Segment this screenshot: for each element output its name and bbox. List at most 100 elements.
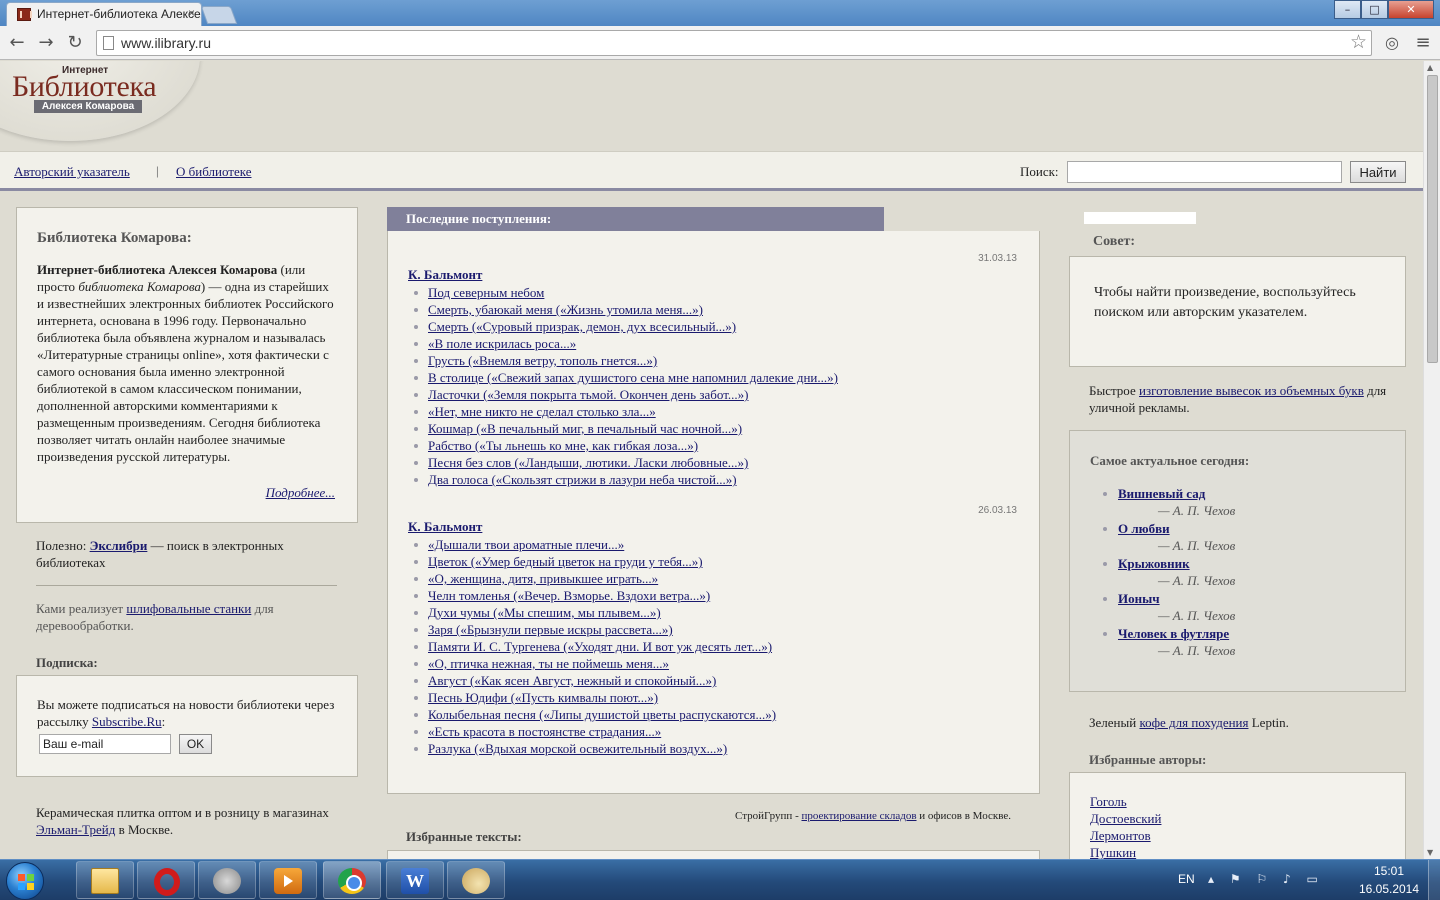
work-link[interactable]: Заря («Брызнули первые искры рассвета...… bbox=[428, 622, 673, 637]
work-link[interactable]: В столице («Свежий запах душистого сена … bbox=[428, 370, 838, 385]
back-arrow-icon[interactable]: ← bbox=[6, 32, 28, 54]
work-item: «О, женщина, дитя, привыкшее играть...» bbox=[413, 570, 776, 587]
bookmark-star-icon[interactable]: ☆ bbox=[1350, 31, 1367, 53]
warehouse-design-link[interactable]: проектирование складов bbox=[801, 810, 916, 822]
minimize-button[interactable]: – bbox=[1334, 0, 1361, 19]
work-link[interactable]: Разлука («Вдыхая морской освежительный в… bbox=[428, 741, 727, 756]
tab-close-icon[interactable]: × bbox=[188, 6, 195, 20]
grinding-machines-link[interactable]: шлифовальные станки bbox=[126, 601, 251, 616]
coffee-link[interactable]: кофе для похудения bbox=[1139, 715, 1248, 730]
show-desktop-button[interactable] bbox=[1428, 860, 1440, 900]
taskbar-tool[interactable] bbox=[198, 861, 256, 899]
work-item: Памяти И. С. Тургенева («Уходят дни. И в… bbox=[413, 638, 776, 655]
page-scrollbar[interactable]: ▲ ▼ bbox=[1423, 61, 1440, 859]
subscribe-ru-link[interactable]: Subscribe.Ru bbox=[92, 714, 162, 729]
favorite-texts-title: Избранные тексты: bbox=[406, 829, 522, 844]
useful-note: Полезно: Экслибри — поиск в электронных … bbox=[36, 537, 336, 571]
authors-list: Гоголь Достоевский Лермонтов Пушкин bbox=[1090, 793, 1385, 859]
url-text[interactable]: www.ilibrary.ru bbox=[121, 35, 211, 51]
work-link[interactable]: «В поле искрилась роса...» bbox=[428, 336, 576, 351]
browser-tab[interactable]: Интернет-библиотека Алексея Комарова × bbox=[6, 2, 202, 26]
language-indicator[interactable]: EN bbox=[1178, 872, 1195, 886]
work-link[interactable]: Под северным небом bbox=[428, 285, 544, 300]
actual-work-link[interactable]: Человек в футляре bbox=[1118, 625, 1235, 642]
clock-date[interactable]: 16.05.2014 bbox=[1355, 882, 1423, 896]
author-link[interactable]: Лермонтов bbox=[1090, 828, 1151, 843]
subscription-colon: : bbox=[161, 714, 166, 729]
actual-work-link[interactable]: О любви bbox=[1118, 520, 1235, 537]
entry-author-link[interactable]: К. Бальмонт bbox=[408, 267, 482, 283]
search-button[interactable]: Найти bbox=[1350, 161, 1406, 183]
taskbar-explorer[interactable] bbox=[76, 861, 134, 899]
work-link[interactable]: «О, женщина, дитя, привыкшее играть...» bbox=[428, 571, 658, 586]
work-link[interactable]: Памяти И. С. Тургенева («Уходят дни. И в… bbox=[428, 639, 772, 654]
subscription-text: Вы можете подписаться на новости библиот… bbox=[37, 696, 337, 730]
clock-time[interactable]: 15:01 bbox=[1362, 864, 1416, 878]
taskbar-paint[interactable] bbox=[447, 861, 505, 899]
actual-work-link[interactable]: Вишневый сад bbox=[1118, 485, 1235, 502]
work-link[interactable]: «Дышали твои ароматные плечи...» bbox=[428, 537, 624, 552]
taskbar-word[interactable]: W bbox=[386, 861, 444, 899]
email-input[interactable] bbox=[39, 734, 171, 754]
maximize-button[interactable]: □ bbox=[1361, 0, 1388, 19]
work-link[interactable]: Рабство («Ты льнешь ко мне, как гибкая л… bbox=[428, 438, 698, 453]
site-header: Интернет Библиотека Алексея Комарова bbox=[0, 61, 1423, 151]
ad3-prefix: Быстрое bbox=[1089, 383, 1139, 398]
actual-item: Человек в футляре — А. П. Чехов bbox=[1102, 625, 1235, 660]
scroll-thumb[interactable] bbox=[1427, 75, 1438, 363]
signs-link[interactable]: изготовление вывесок из объемных букв bbox=[1139, 383, 1364, 398]
scroll-down-arrow-icon[interactable]: ▼ bbox=[1427, 848, 1433, 857]
actual-title: Самое актуальное сегодня: bbox=[1090, 453, 1250, 468]
taskbar-chrome[interactable] bbox=[323, 861, 381, 899]
address-bar[interactable]: www.ilibrary.ru ☆ bbox=[96, 30, 1372, 56]
search-input[interactable] bbox=[1067, 161, 1342, 183]
actual-work-link[interactable]: Крыжовник bbox=[1118, 555, 1235, 572]
author-link[interactable]: Гоголь bbox=[1090, 794, 1127, 809]
work-link[interactable]: «Есть красота в постоянстве страдания...… bbox=[428, 724, 661, 739]
tray-icons[interactable]: ▴ ⚑ ⚐ ♪ ▭ bbox=[1208, 872, 1324, 886]
work-link[interactable]: Челн томленья («Вечер. Взморье. Вздохи в… bbox=[428, 588, 710, 603]
actual-work-link[interactable]: Ионыч bbox=[1118, 590, 1235, 607]
scroll-up-arrow-icon[interactable]: ▲ bbox=[1427, 63, 1433, 72]
exlibri-link[interactable]: Экслибри bbox=[90, 538, 148, 553]
ad-coffee: Зеленый кофе для похудения Leptin. bbox=[1089, 714, 1389, 731]
work-link[interactable]: Август («Как ясен Август, нежный и споко… bbox=[428, 673, 716, 688]
start-button[interactable] bbox=[6, 862, 44, 900]
actual-box: Самое актуальное сегодня: Вишневый сад — … bbox=[1069, 430, 1406, 692]
reload-icon[interactable]: ↻ bbox=[64, 32, 86, 54]
authors-title: Избранные авторы: bbox=[1089, 752, 1207, 767]
taskbar-opera[interactable] bbox=[137, 861, 195, 899]
forward-arrow-icon[interactable]: → bbox=[35, 32, 57, 54]
work-link[interactable]: Грусть («Внемля ветру, тополь гнется...»… bbox=[428, 353, 657, 368]
work-link[interactable]: «О, птичка нежная, ты не поймешь меня...… bbox=[428, 656, 669, 671]
extension-icon[interactable]: ◎ bbox=[1381, 32, 1403, 54]
work-link[interactable]: Смерть («Суровый призрак, демон, дух все… bbox=[428, 319, 736, 334]
work-link[interactable]: Песня без слов («Ландыши, лютики. Ласки … bbox=[428, 455, 748, 470]
work-link[interactable]: Два голоса («Скользят стрижи в лазури не… bbox=[428, 472, 737, 487]
author-item: Пушкин bbox=[1090, 844, 1385, 859]
browser-toolbar: ← → ↻ www.ilibrary.ru ☆ ◎ ≡ bbox=[0, 26, 1440, 60]
work-link[interactable]: «Нет, мне никто не сделал столько зла...… bbox=[428, 404, 656, 419]
work-link[interactable]: Колыбельная песня («Липы душистой цветы … bbox=[428, 707, 776, 722]
work-link[interactable]: Кошмар («В печальный миг, в печальный ча… bbox=[428, 421, 742, 436]
author-link[interactable]: Достоевский bbox=[1090, 811, 1161, 826]
about-link[interactable]: О библиотеке bbox=[176, 164, 252, 180]
entry-author-link[interactable]: К. Бальмонт bbox=[408, 519, 482, 535]
logo-strip-text: Алексея Комарова bbox=[34, 100, 142, 113]
close-window-button[interactable]: ✕ bbox=[1388, 0, 1434, 19]
work-item: Разлука («Вдыхая морской освежительный в… bbox=[413, 740, 776, 757]
subscribe-ok-button[interactable]: OK bbox=[179, 734, 212, 754]
elman-trade-link[interactable]: Эльман-Трейд bbox=[36, 822, 115, 837]
work-link[interactable]: Ласточки («Земля покрыта тьмой. Окончен … bbox=[428, 387, 748, 402]
work-link[interactable]: Духи чумы («Мы спешим, мы плывем...») bbox=[428, 605, 661, 620]
work-link[interactable]: Песнь Юдифи («Пусть кимвалы поют...») bbox=[428, 690, 658, 705]
word-icon: W bbox=[401, 868, 429, 894]
author-link[interactable]: Пушкин bbox=[1090, 845, 1136, 859]
menu-hamburger-icon[interactable]: ≡ bbox=[1412, 32, 1434, 54]
authors-index-link[interactable]: Авторский указатель bbox=[14, 164, 130, 180]
new-tab-button[interactable] bbox=[200, 6, 238, 24]
work-link[interactable]: Смерть, убаюкай меня («Жизнь утомила мен… bbox=[428, 302, 703, 317]
more-link[interactable]: Подробнее... bbox=[266, 485, 335, 501]
taskbar-media[interactable] bbox=[259, 861, 317, 899]
work-link[interactable]: Цветок («Умер бедный цветок на груди у т… bbox=[428, 554, 703, 569]
